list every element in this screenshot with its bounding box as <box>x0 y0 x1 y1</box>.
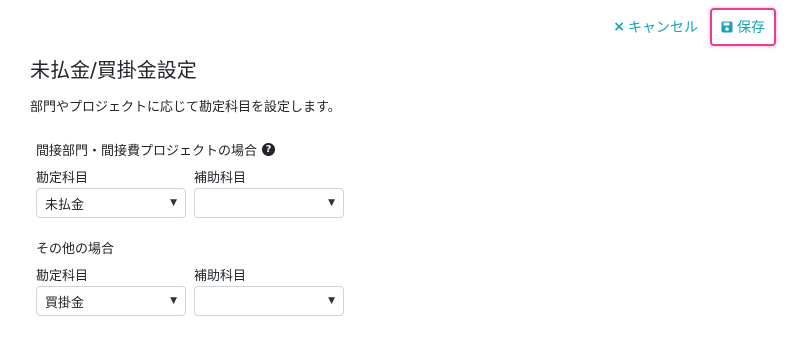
account-label: 勘定科目 <box>36 269 89 284</box>
account-field: 勘定科目 買掛金 ▼ <box>36 265 186 316</box>
account-field: 勘定科目 未払金 ▼ <box>36 167 186 218</box>
save-label: 保存 <box>737 20 765 36</box>
page-description: 部門やプロジェクトに応じて勘定科目を設定します。 <box>30 100 341 115</box>
field-row: 勘定科目 未払金 ▼ 補助科目 ▼ <box>36 167 344 218</box>
page-title: 未払金/買掛金設定 <box>30 58 197 82</box>
cancel-button[interactable]: × キャンセル <box>609 11 702 43</box>
section-title: その他の場合 <box>36 238 344 257</box>
sub-account-label: 補助科目 <box>194 269 247 284</box>
field-row: 勘定科目 買掛金 ▼ 補助科目 ▼ <box>36 265 344 316</box>
sub-account-field: 補助科目 ▼ <box>194 265 344 316</box>
caret-down-icon: ▼ <box>328 296 335 306</box>
cancel-label: キャンセル <box>628 20 698 36</box>
caret-down-icon: ▼ <box>170 296 177 306</box>
section-other: その他の場合 勘定科目 買掛金 ▼ 補助科目 ▼ <box>36 238 344 316</box>
sub-account-select[interactable]: ▼ <box>194 188 344 218</box>
section-title: 間接部門・間接費プロジェクトの場合 ? <box>36 140 344 159</box>
section-title-text: 間接部門・間接費プロジェクトの場合 <box>36 144 258 159</box>
account-select-value: 未払金 <box>45 197 85 213</box>
close-icon: × <box>613 19 625 35</box>
account-select[interactable]: 未払金 ▼ <box>36 188 186 218</box>
floppy-disk-icon <box>721 21 733 33</box>
sub-account-field: 補助科目 ▼ <box>194 167 344 218</box>
sub-account-label: 補助科目 <box>194 171 247 186</box>
caret-down-icon: ▼ <box>170 198 177 208</box>
account-select[interactable]: 買掛金 ▼ <box>36 286 186 316</box>
caret-down-icon: ▼ <box>328 198 335 208</box>
sub-account-select[interactable]: ▼ <box>194 286 344 316</box>
section-title-text: その他の場合 <box>36 242 115 257</box>
account-label: 勘定科目 <box>36 171 89 186</box>
account-select-value: 買掛金 <box>45 295 85 311</box>
section-indirect: 間接部門・間接費プロジェクトの場合 ? 勘定科目 未払金 ▼ 補助科目 ▼ <box>36 140 344 218</box>
header-actions: × キャンセル 保存 <box>609 8 776 46</box>
save-button[interactable]: 保存 <box>710 8 776 46</box>
question-circle-icon[interactable]: ? <box>262 143 276 156</box>
